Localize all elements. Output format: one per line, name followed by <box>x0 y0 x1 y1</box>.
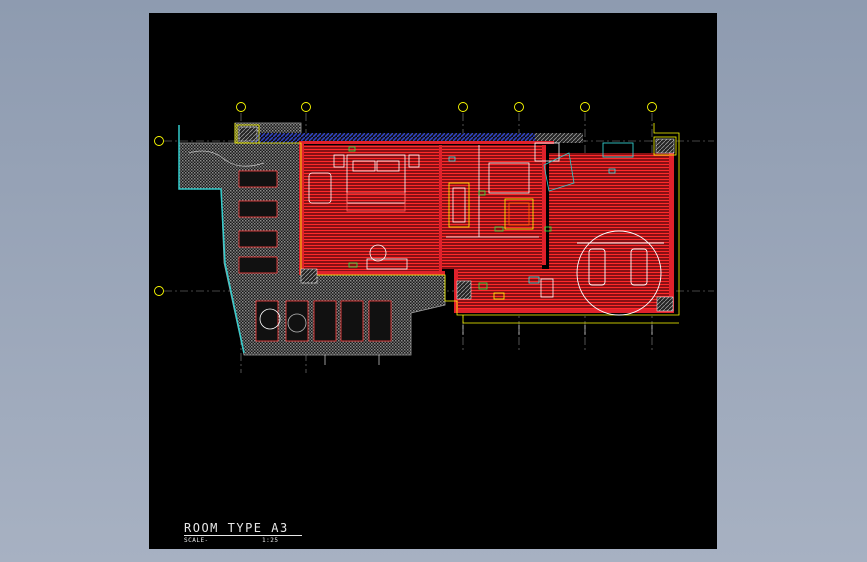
title-underline <box>184 535 302 536</box>
scale-value: 1:25 <box>262 537 279 544</box>
scale-label: SCALE- <box>184 537 209 544</box>
scale-row: SCALE- 1:25 <box>184 537 324 544</box>
floor-plan <box>154 102 714 373</box>
drawing-sheet: ROOM TYPE A3 SCALE- 1:25 <box>149 13 717 549</box>
drawing-title: ROOM TYPE A3 <box>184 521 289 535</box>
